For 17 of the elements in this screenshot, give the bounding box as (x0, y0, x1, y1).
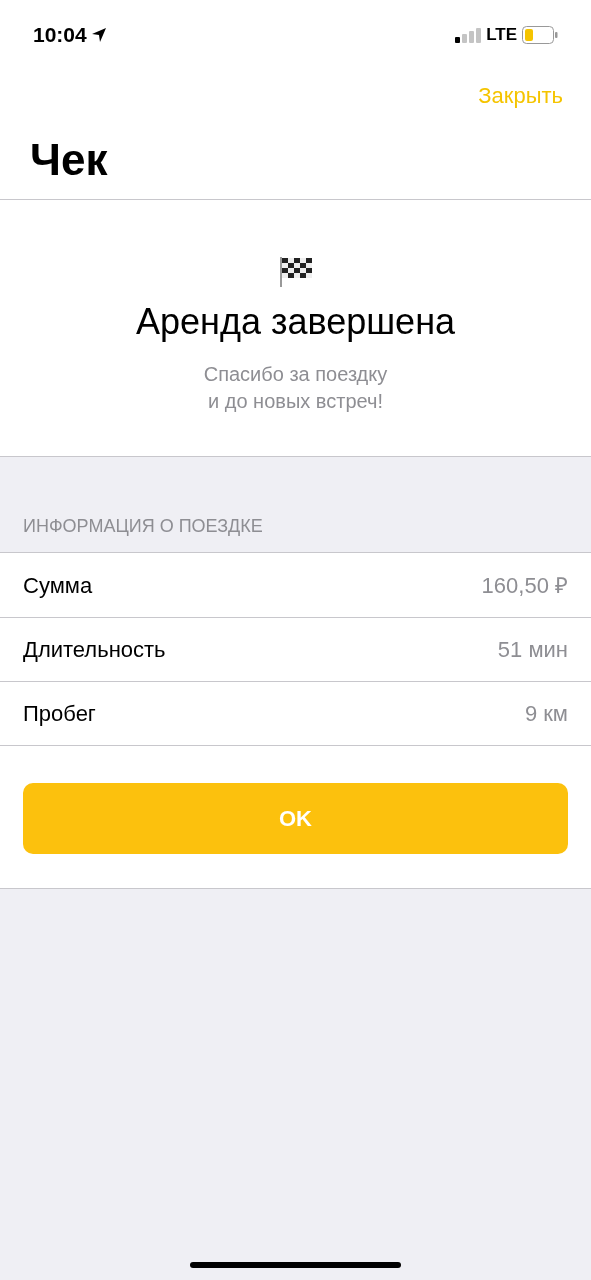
signal-icon (455, 27, 482, 43)
row-value: 51 мин (497, 636, 568, 664)
thank-you-message: Спасибо за поездку и до новых встреч! (203, 362, 388, 414)
battery-icon (522, 26, 558, 44)
section-header: ИНФОРМАЦИЯ О ПОЕЗДКЕ (23, 515, 263, 538)
location-icon (90, 27, 107, 43)
status-time: 10:04 (33, 22, 87, 49)
close-button[interactable]: Закрыть (478, 78, 563, 112)
row-value: 160,50 ₽ (481, 571, 568, 600)
row-label: Сумма (23, 571, 93, 600)
row-label: Пробег (23, 700, 96, 728)
page-title: Чек (30, 133, 108, 186)
row-label: Длительность (23, 636, 166, 664)
row-value: 9 км (524, 700, 568, 728)
network-label: LTE (486, 24, 517, 47)
ok-button[interactable]: OK (23, 783, 568, 854)
rental-status-title: Аренда завершена (135, 300, 456, 344)
